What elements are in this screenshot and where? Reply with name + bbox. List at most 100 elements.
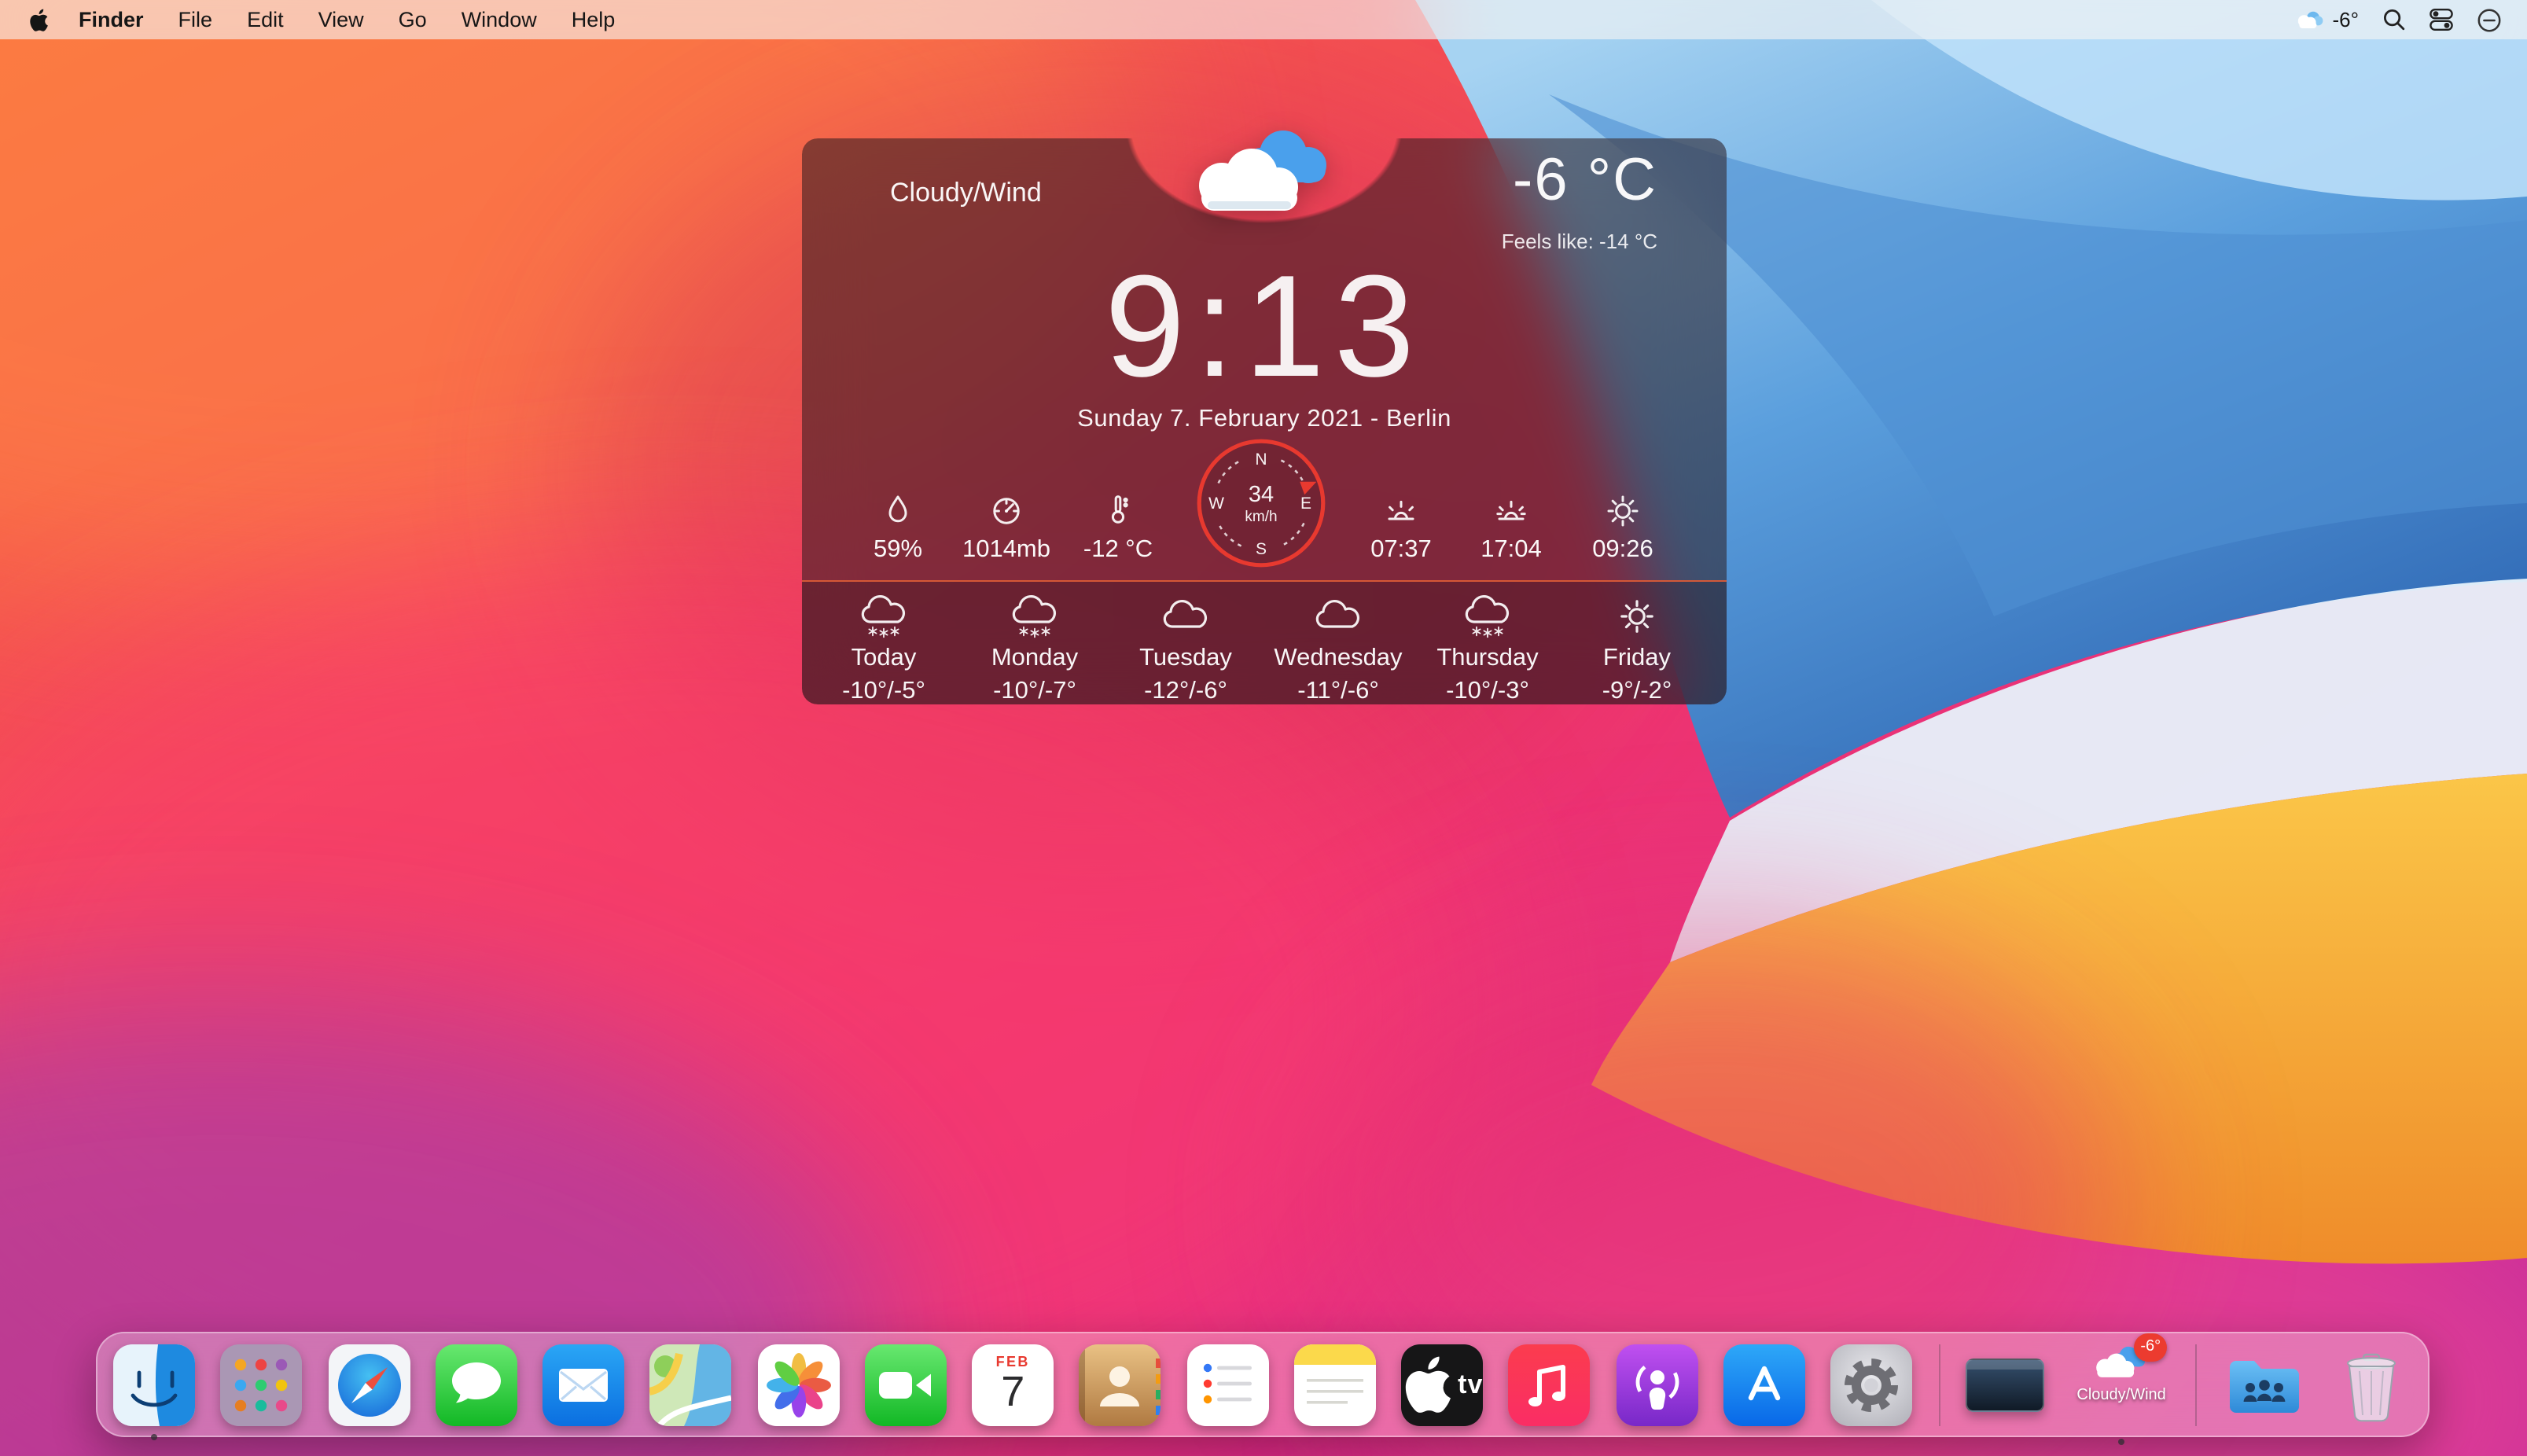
trash-icon (2335, 1344, 2407, 1425)
humidity-icon (879, 491, 917, 528)
running-indicator (151, 1433, 157, 1439)
forecast-wednesday: Wednesday -11°/-6° (1267, 593, 1409, 705)
dock-item-notes[interactable] (1294, 1344, 1376, 1425)
dock-item-trash[interactable] (2330, 1344, 2412, 1425)
forecast-tuesday: Tuesday -12°/-6° (1115, 593, 1256, 705)
apple-logo-icon (28, 7, 49, 32)
wind-unit: km/h (1245, 509, 1277, 525)
sun-icon (1610, 593, 1664, 640)
stat-temperature: -12 °C (1058, 491, 1178, 564)
sunrise-icon (1382, 491, 1420, 528)
feels-like: Feels like: -14 °C (1502, 230, 1657, 253)
dock-item-podcasts[interactable] (1616, 1344, 1698, 1425)
forecast-today: Today -10°/-5° (813, 593, 955, 705)
weather-app-label: Cloudy/Wind (2076, 1386, 2165, 1403)
facetime-icon (865, 1344, 947, 1425)
spotlight-search-icon[interactable] (2382, 8, 2406, 31)
status-temperature: -6° (2332, 8, 2359, 31)
photos-icon (757, 1344, 839, 1425)
dock-item-photos[interactable] (757, 1344, 839, 1425)
cloud-weather-icon (1170, 113, 1359, 226)
menu-help[interactable]: Help (554, 8, 633, 31)
forecast-thursday: Thursday -10°/-3° (1417, 593, 1558, 705)
dock-item-facetime[interactable] (865, 1344, 947, 1425)
clock-time: 9:13 (802, 255, 1727, 399)
dock-item-minimized-window[interactable] (1966, 1344, 2047, 1425)
control-center-icon[interactable] (2430, 8, 2453, 31)
stat-sunset: 17:04 (1451, 491, 1571, 564)
dock-item-shared-folder[interactable] (2223, 1344, 2304, 1425)
dock-item-messages[interactable] (436, 1344, 517, 1425)
status-weather[interactable]: -6° (2294, 8, 2359, 31)
reminders-icon (1186, 1344, 1268, 1425)
dock-item-maps[interactable] (650, 1344, 732, 1425)
podcasts-icon (1616, 1344, 1698, 1425)
dock: FEB 7 (96, 1332, 2430, 1437)
running-indicator (2118, 1438, 2124, 1444)
stat-sunrise: 07:37 (1341, 491, 1461, 564)
apple-tv-icon: tv (1401, 1344, 1483, 1425)
dock-item-app-store[interactable] (1723, 1344, 1805, 1425)
dock-item-reminders[interactable] (1186, 1344, 1268, 1425)
thermometer-icon (1099, 491, 1137, 528)
dock-item-launchpad[interactable] (221, 1344, 303, 1425)
dock-item-mail[interactable] (543, 1344, 624, 1425)
dock-item-contacts[interactable] (1080, 1344, 1161, 1425)
dock-separator (1938, 1344, 1940, 1425)
dock-item-safari[interactable] (328, 1344, 410, 1425)
gear-icon (1831, 1344, 1913, 1425)
snow-cloud-icon (1008, 593, 1061, 640)
menu-file[interactable]: File (161, 8, 230, 31)
mail-icon (543, 1344, 624, 1425)
app-menus: Finder File Edit View Go Window Help (58, 8, 632, 31)
desktop: Finder File Edit View Go Window Help -6° (0, 0, 2527, 1456)
cloud-icon (1311, 593, 1365, 640)
snow-cloud-icon (1461, 593, 1514, 640)
compass-s: S (1256, 540, 1267, 558)
menu-finder[interactable]: Finder (58, 8, 161, 31)
wind-compass: N E S W 34 km/h (1195, 437, 1327, 569)
compass-e: E (1300, 495, 1311, 513)
menu-view[interactable]: View (301, 8, 381, 31)
pressure-icon (988, 491, 1025, 528)
dock-item-system-preferences[interactable] (1831, 1344, 1913, 1425)
clock-date: Sunday 7. February 2021 - Berlin (802, 406, 1727, 434)
forecast-strip: Today -10°/-5° Monday -10°/-7° (802, 580, 1727, 704)
shared-folder-icon (2223, 1344, 2304, 1425)
dock-item-music[interactable] (1509, 1344, 1591, 1425)
dock-item-finder[interactable] (113, 1344, 195, 1425)
contacts-icon (1080, 1344, 1161, 1425)
calendar-day: 7 (1001, 1370, 1024, 1413)
current-temperature: -6 °C (1513, 148, 1657, 215)
sun-icon (1604, 491, 1642, 528)
menu-window[interactable]: Window (444, 8, 554, 31)
weather-cloud-icon (2294, 9, 2324, 30)
calendar-icon: FEB 7 (972, 1344, 1054, 1425)
menu-edit[interactable]: Edit (230, 8, 301, 31)
menu-extra-circle-icon[interactable] (2477, 7, 2502, 32)
dock-item-calendar[interactable]: FEB 7 (972, 1344, 1054, 1425)
launchpad-icon (221, 1344, 303, 1425)
wind-speed: 34 (1249, 482, 1274, 507)
menu-go[interactable]: Go (381, 8, 444, 31)
finder-icon (113, 1344, 195, 1425)
safari-icon (328, 1344, 410, 1425)
dock-separator (2196, 1344, 2198, 1425)
forecast-friday: Friday -9°/-2° (1566, 593, 1708, 705)
menu-bar: Finder File Edit View Go Window Help -6° (0, 0, 2527, 39)
stat-daylight: 09:26 (1563, 491, 1683, 564)
compass-n: N (1255, 450, 1267, 469)
sunset-icon (1492, 491, 1530, 528)
notes-icon (1294, 1344, 1376, 1425)
calendar-month: FEB (996, 1353, 1030, 1369)
apple-menu[interactable] (25, 7, 58, 32)
cloud-icon (1159, 593, 1212, 640)
dock-item-apple-tv[interactable]: tv (1401, 1344, 1483, 1425)
dock-item-weather[interactable]: -6° Cloudy/Wind (2073, 1339, 2170, 1430)
minimized-window-thumbnail (1966, 1358, 2044, 1411)
app-store-icon (1723, 1344, 1805, 1425)
menu-bar-status: -6° (2294, 7, 2502, 32)
weather-badge: -6° (2134, 1333, 2167, 1361)
snow-cloud-icon (857, 593, 910, 640)
apple-logo-icon (1401, 1344, 1453, 1425)
